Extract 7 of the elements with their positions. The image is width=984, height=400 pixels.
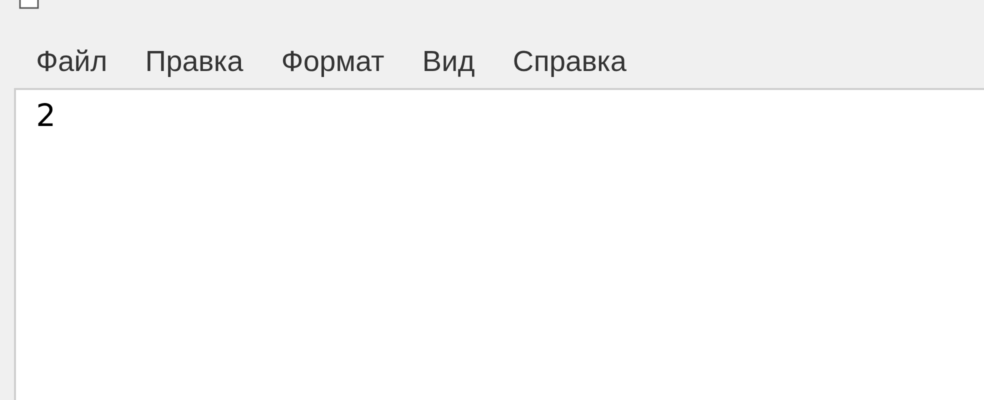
text-area-content: 2 — [36, 97, 56, 136]
menu-item[interactable]: Формат — [271, 41, 394, 85]
menu-item[interactable]: Вид — [412, 41, 485, 85]
menu-item[interactable]: Правка — [135, 41, 254, 85]
menu-item[interactable]: Справка — [502, 41, 637, 85]
menu-item[interactable]: Файл — [26, 41, 118, 85]
notepad-icon — [18, 0, 40, 10]
